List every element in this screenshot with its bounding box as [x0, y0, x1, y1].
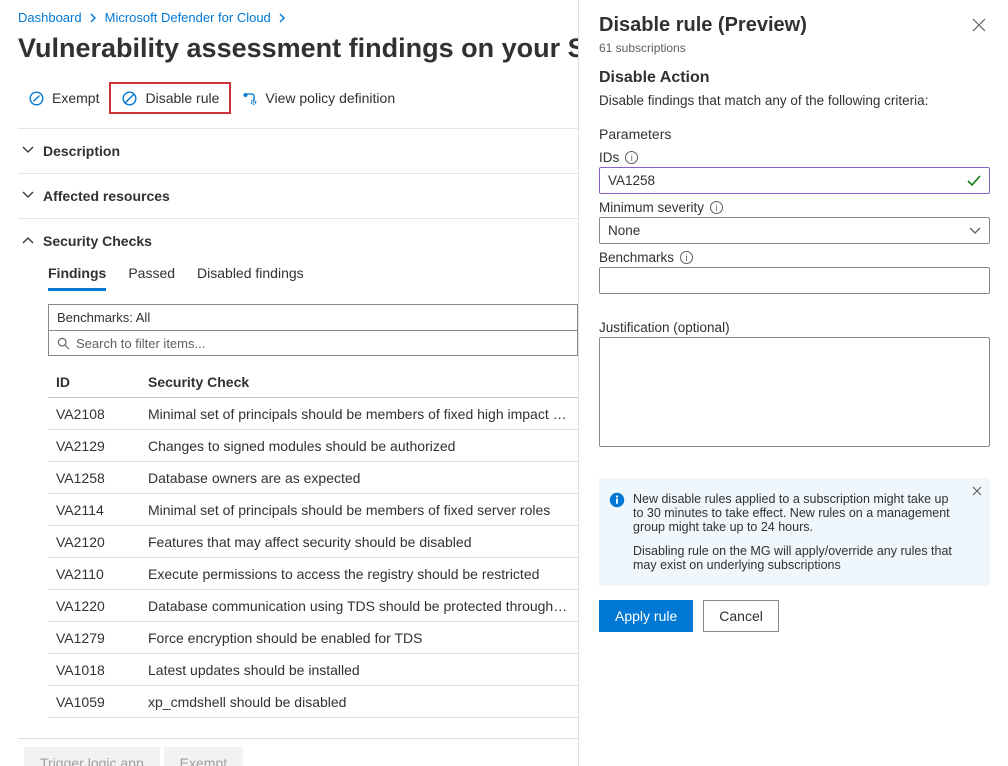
info-text-1: New disable rules applied to a subscript…	[633, 492, 962, 534]
exempt-icon	[28, 90, 45, 107]
cell-id: VA2114	[48, 502, 148, 518]
cell-security-check: Features that may affect security should…	[148, 534, 578, 550]
cell-security-check: Minimal set of principals should be memb…	[148, 406, 578, 422]
table-row[interactable]: VA1279Force encryption should be enabled…	[48, 622, 578, 654]
cell-security-check: Database communication using TDS should …	[148, 598, 578, 614]
cell-security-check: Force encryption should be enabled for T…	[148, 630, 578, 646]
table-row[interactable]: VA2114Minimal set of principals should b…	[48, 494, 578, 526]
section-description-label: Description	[43, 143, 120, 159]
cell-security-check: Minimal set of principals should be memb…	[148, 502, 578, 518]
min-severity-value: None	[608, 223, 640, 238]
close-icon[interactable]	[972, 486, 982, 496]
section-security-checks[interactable]: Security Checks	[18, 219, 578, 263]
search-icon	[57, 337, 70, 350]
benchmarks-filter[interactable]: Benchmarks: All	[48, 304, 578, 330]
disable-action-heading: Disable Action	[599, 69, 990, 87]
disable-rule-label: Disable rule	[145, 90, 219, 106]
command-bar: Exempt Disable rule View policy definiti…	[18, 82, 578, 129]
page-title: Vulnerability assessment findings on you…	[18, 33, 578, 64]
ids-value: VA1258	[608, 173, 655, 188]
cancel-button[interactable]: Cancel	[703, 600, 779, 632]
info-icon[interactable]: i	[625, 151, 638, 164]
section-security-label: Security Checks	[43, 233, 152, 249]
trigger-logic-app-button[interactable]: Trigger logic app	[24, 747, 160, 766]
cell-id: VA1018	[48, 662, 148, 678]
findings-table: ID Security Check VA2108Minimal set of p…	[48, 366, 578, 718]
cell-id: VA2129	[48, 438, 148, 454]
cell-security-check: Execute permissions to access the regist…	[148, 566, 578, 582]
min-severity-select[interactable]: None	[599, 217, 990, 244]
section-affected-label: Affected resources	[43, 188, 170, 204]
table-row[interactable]: VA2120Features that may affect security …	[48, 526, 578, 558]
table-row[interactable]: VA2110Execute permissions to access the …	[48, 558, 578, 590]
chevron-up-icon	[22, 236, 32, 244]
benchmarks-input[interactable]	[599, 267, 990, 294]
disable-rule-panel: Disable rule (Preview) 61 subscriptions …	[578, 0, 1008, 766]
cell-security-check: Database owners are as expected	[148, 470, 578, 486]
cell-security-check: Changes to signed modules should be auth…	[148, 438, 578, 454]
table-row[interactable]: VA1258Database owners are as expected	[48, 462, 578, 494]
chevron-right-icon	[90, 13, 97, 23]
table-header: ID Security Check	[48, 366, 578, 398]
table-row[interactable]: VA2108Minimal set of principals should b…	[48, 398, 578, 430]
min-severity-label: Minimum severity i	[599, 200, 990, 215]
breadcrumb-root[interactable]: Dashboard	[18, 10, 82, 25]
tab-findings[interactable]: Findings	[48, 265, 106, 291]
view-policy-button[interactable]: View policy definition	[231, 82, 405, 114]
policy-icon	[241, 90, 258, 107]
cell-id: VA1279	[48, 630, 148, 646]
benchmarks-label: Benchmarks i	[599, 250, 990, 265]
benchmarks-filter-value: Benchmarks: All	[57, 310, 150, 325]
tab-disabled-findings[interactable]: Disabled findings	[197, 265, 304, 291]
cell-id: VA2110	[48, 566, 148, 582]
table-row[interactable]: VA1018Latest updates should be installed	[48, 654, 578, 686]
cell-id: VA2120	[48, 534, 148, 550]
cell-security-check: xp_cmdshell should be disabled	[148, 694, 578, 710]
column-header-id[interactable]: ID	[48, 374, 148, 390]
table-row[interactable]: VA1059xp_cmdshell should be disabled	[48, 686, 578, 718]
breadcrumb: Dashboard Microsoft Defender for Cloud	[18, 10, 578, 25]
cell-security-check: Latest updates should be installed	[148, 662, 578, 678]
cell-id: VA1258	[48, 470, 148, 486]
justification-label: Justification (optional)	[599, 320, 990, 335]
info-icon	[609, 492, 625, 508]
prohibit-icon	[121, 90, 138, 107]
parameters-heading: Parameters	[599, 126, 990, 142]
column-header-security-check[interactable]: Security Check	[148, 374, 578, 390]
table-row[interactable]: VA1220Database communication using TDS s…	[48, 590, 578, 622]
justification-textarea[interactable]	[599, 337, 990, 447]
disable-action-description: Disable findings that match any of the f…	[599, 93, 990, 108]
chevron-right-icon	[279, 13, 286, 23]
info-icon[interactable]: i	[680, 251, 693, 264]
tab-passed[interactable]: Passed	[128, 265, 175, 291]
disable-rule-button[interactable]: Disable rule	[109, 82, 231, 114]
section-description[interactable]: Description	[18, 129, 578, 173]
checkmark-icon	[967, 175, 981, 187]
chevron-down-icon	[969, 227, 981, 235]
chevron-down-icon	[22, 146, 32, 154]
apply-rule-button[interactable]: Apply rule	[599, 600, 693, 632]
info-icon[interactable]: i	[710, 201, 723, 214]
ids-input[interactable]: VA1258	[599, 167, 990, 194]
cell-id: VA1220	[48, 598, 148, 614]
chevron-down-icon	[22, 191, 32, 199]
info-message: New disable rules applied to a subscript…	[599, 478, 990, 586]
panel-title: Disable rule (Preview)	[599, 14, 807, 37]
footer-actions: Trigger logic app Exempt	[18, 738, 578, 766]
exempt-label: Exempt	[52, 90, 99, 106]
view-policy-label: View policy definition	[265, 90, 395, 106]
search-input[interactable]: Search to filter items...	[48, 330, 578, 356]
ids-label: IDs i	[599, 150, 990, 165]
cell-id: VA1059	[48, 694, 148, 710]
cell-id: VA2108	[48, 406, 148, 422]
table-row[interactable]: VA2129Changes to signed modules should b…	[48, 430, 578, 462]
section-affected-resources[interactable]: Affected resources	[18, 174, 578, 218]
info-text-2: Disabling rule on the MG will apply/over…	[633, 544, 962, 572]
exempt-button-footer[interactable]: Exempt	[164, 747, 243, 766]
breadcrumb-current[interactable]: Microsoft Defender for Cloud	[105, 10, 271, 25]
panel-subtitle: 61 subscriptions	[599, 41, 807, 55]
search-placeholder: Search to filter items...	[76, 336, 205, 351]
close-icon[interactable]	[968, 14, 990, 36]
exempt-button[interactable]: Exempt	[18, 82, 109, 114]
